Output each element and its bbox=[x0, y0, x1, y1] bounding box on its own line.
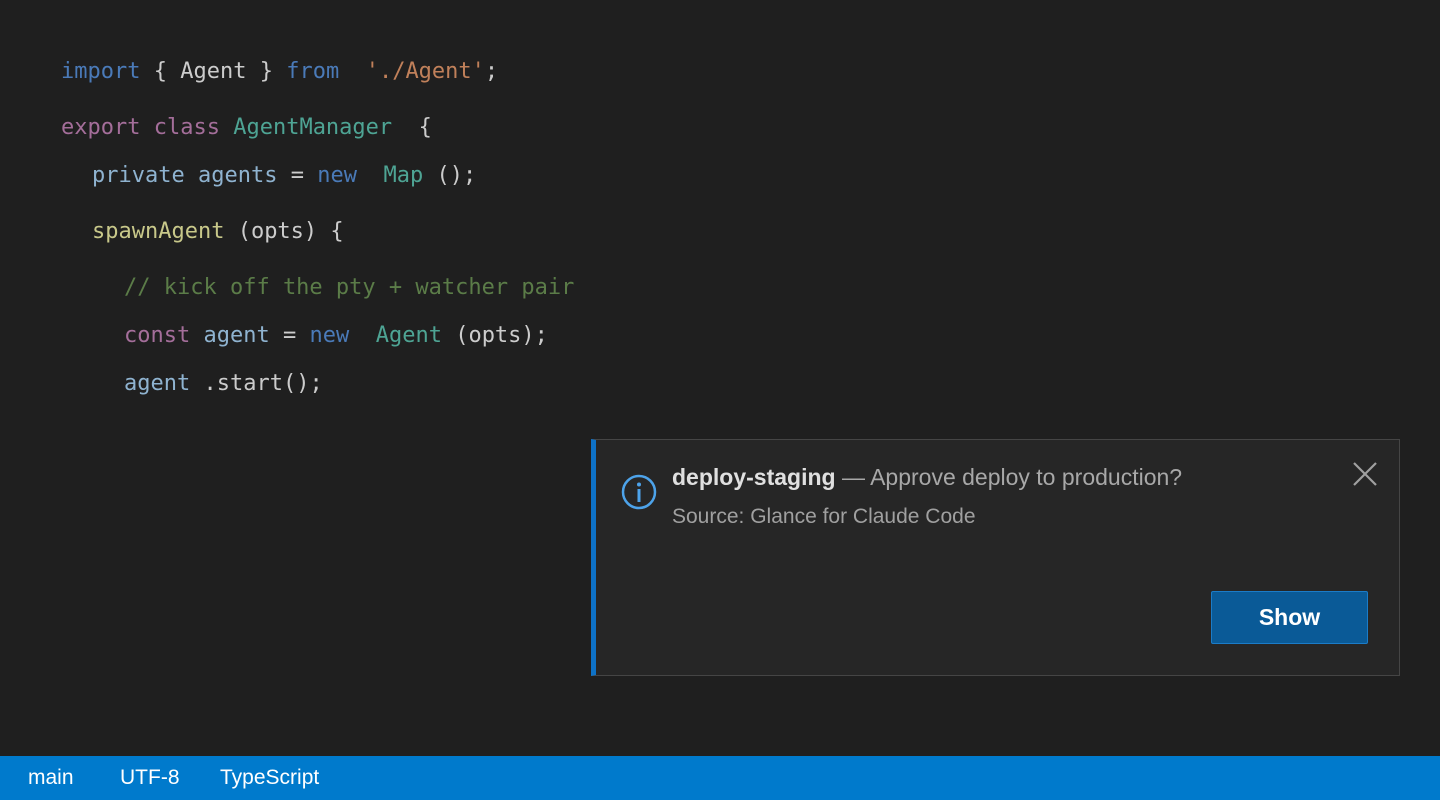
notification-source: Source: Glance for Claude Code bbox=[672, 505, 976, 528]
code-token: { bbox=[392, 115, 432, 140]
code-token: new bbox=[309, 323, 350, 348]
code-token: agent bbox=[124, 371, 191, 396]
status-bar: main UTF-8 TypeScript bbox=[0, 756, 1440, 800]
code-token: Map bbox=[383, 163, 424, 188]
code-token: ; bbox=[484, 59, 499, 84]
code-token: class bbox=[153, 115, 220, 140]
code-line: // kick off the pty + watcher pair bbox=[124, 273, 574, 303]
notification-toast: deploy-staging — Approve deploy to produ… bbox=[591, 439, 1400, 676]
code-line: spawnAgent (opts) { bbox=[92, 217, 344, 247]
code-token: from bbox=[286, 59, 340, 84]
code-token: import bbox=[61, 59, 141, 84]
code-token: spawnAgent bbox=[92, 219, 225, 244]
code-token: (); bbox=[423, 163, 477, 188]
close-icon[interactable] bbox=[1351, 460, 1379, 488]
code-token: { bbox=[140, 59, 181, 84]
code-token: (opts); bbox=[441, 323, 548, 348]
show-button[interactable]: Show bbox=[1211, 591, 1368, 644]
code-token: new bbox=[317, 163, 357, 188]
code-token: private bbox=[92, 163, 185, 188]
code-token: const bbox=[124, 323, 191, 348]
code-token: // kick off the pty + watcher pair bbox=[124, 275, 575, 300]
code-line: const agent = new Agent (opts); bbox=[124, 321, 548, 351]
code-line: private agents = new Map (); bbox=[92, 161, 476, 191]
notification-message: — Approve deploy to production? bbox=[835, 464, 1183, 490]
code-token: = bbox=[269, 323, 310, 348]
code-token: .start(); bbox=[190, 371, 323, 396]
code-token: Agent bbox=[180, 59, 247, 84]
code-token: } bbox=[246, 59, 287, 84]
code-token: agent bbox=[203, 323, 270, 348]
code-line: import { Agent } from './Agent'; bbox=[61, 57, 498, 87]
notification-title-row: deploy-staging — Approve deploy to produ… bbox=[672, 462, 1182, 492]
status-encoding[interactable]: UTF-8 bbox=[120, 756, 180, 800]
notification-title: deploy-staging bbox=[672, 464, 836, 490]
code-token: = bbox=[277, 163, 318, 188]
code-token: Agent bbox=[375, 323, 442, 348]
code-line: agent .start(); bbox=[124, 369, 323, 399]
code-token: AgentManager bbox=[233, 115, 393, 140]
code-token: agents bbox=[197, 163, 278, 188]
code-token: './Agent' bbox=[365, 59, 485, 84]
status-branch[interactable]: main bbox=[28, 756, 74, 800]
info-icon bbox=[620, 473, 658, 511]
code-line: export class AgentManager { bbox=[61, 113, 432, 143]
code-token: (opts) { bbox=[224, 219, 344, 244]
code-token: export bbox=[61, 115, 141, 140]
status-language[interactable]: TypeScript bbox=[220, 756, 319, 800]
